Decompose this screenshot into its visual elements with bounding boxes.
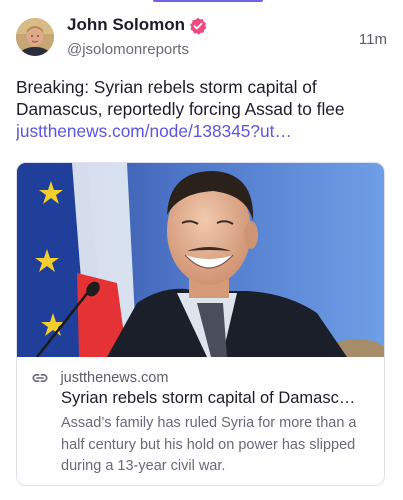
avatar-image bbox=[16, 18, 54, 56]
link-icon bbox=[32, 374, 48, 382]
post-header: John Solomon @jsolomonreports 11m bbox=[16, 14, 387, 64]
author-avatar[interactable] bbox=[16, 18, 54, 56]
post-link[interactable]: justthenews.com/node/138345?ut… bbox=[16, 120, 387, 142]
link-preview-title: Syrian rebels storm capital of Damasc… bbox=[61, 389, 356, 407]
link-preview-description: Assad’s family has ruled Syria for more … bbox=[61, 415, 357, 474]
post-body: Breaking: Syrian rebels storm capital of… bbox=[16, 76, 387, 142]
post-text: Breaking: Syrian rebels storm capital of… bbox=[16, 77, 345, 119]
author-name[interactable]: John Solomon bbox=[67, 15, 185, 35]
author-handle[interactable]: @jsolomonreports bbox=[67, 41, 189, 58]
link-preview-card[interactable]: justthenews.com Syrian rebels storm capi… bbox=[16, 162, 385, 486]
verified-badge-icon bbox=[190, 17, 207, 35]
link-preview-image bbox=[17, 163, 384, 357]
link-preview-domain-row: justthenews.com bbox=[31, 369, 168, 389]
top-tab-indicator bbox=[153, 0, 263, 2]
link-preview-domain: justthenews.com bbox=[60, 370, 169, 386]
post-timestamp[interactable]: 11m bbox=[359, 31, 387, 48]
